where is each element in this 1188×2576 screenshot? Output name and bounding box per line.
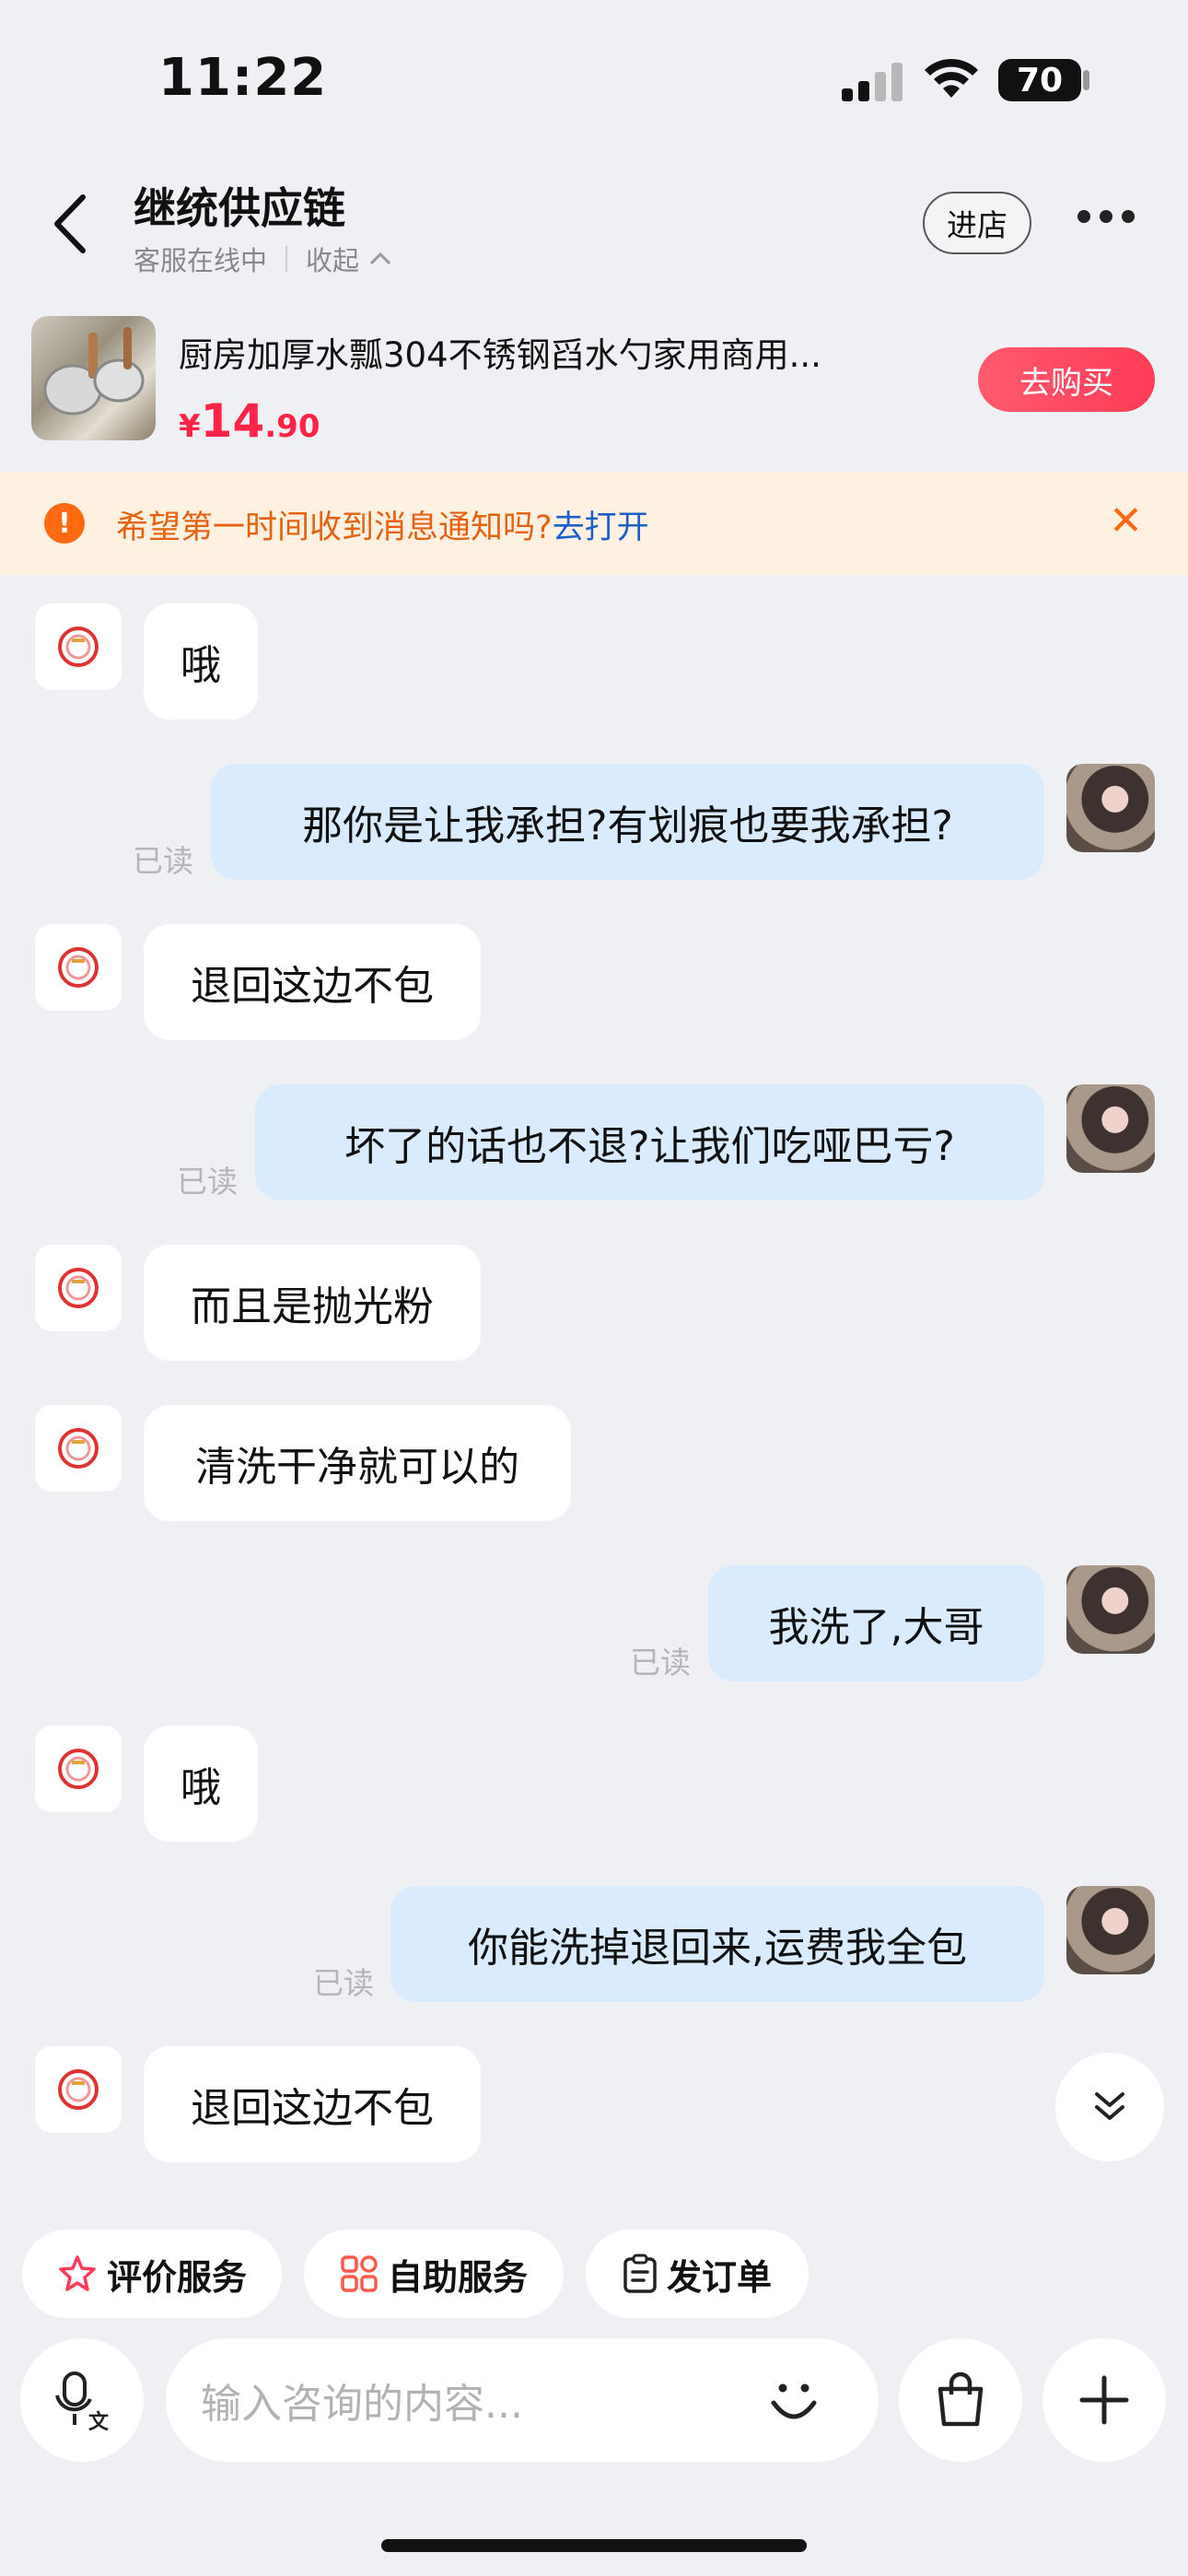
rate-service-chip[interactable]: 评价服务	[22, 2230, 282, 2318]
read-receipt: 已读	[177, 1164, 238, 1200]
self-service-label: 自助服务	[387, 2256, 528, 2298]
back-icon[interactable]	[52, 193, 88, 258]
my-avatar[interactable]	[1066, 1084, 1155, 1173]
message-bubble[interactable]: 哦	[144, 1726, 258, 1842]
self-service-chip[interactable]: 自助服务	[304, 2230, 564, 2318]
my-avatar[interactable]	[1066, 1565, 1155, 1654]
online-status-text: 客服在线中	[134, 245, 268, 276]
price-decimal: .90	[264, 408, 320, 445]
chevron-up-icon	[369, 252, 391, 265]
message-bubble[interactable]: 而且是抛光粉	[144, 1245, 481, 1361]
emoji-icon[interactable]	[764, 2371, 823, 2434]
alert-icon: !	[44, 503, 85, 544]
battery-indicator: 70	[998, 59, 1081, 101]
status-time: 11:22	[158, 48, 328, 108]
home-indicator[interactable]	[381, 2539, 807, 2552]
send-order-label: 发订单	[666, 2256, 772, 2298]
message-bubble[interactable]: 清洗干净就可以的	[144, 1405, 571, 1521]
message-bubble[interactable]: 哦	[144, 603, 258, 720]
message-bubble[interactable]: 退回这边不包	[144, 2046, 481, 2162]
price-symbol: ¥	[179, 408, 201, 445]
shop-avatar[interactable]	[35, 1405, 122, 1492]
clipboard-icon	[623, 2254, 657, 2293]
my-avatar[interactable]	[1066, 764, 1155, 852]
star-icon	[59, 2255, 96, 2291]
notify-message: 希望第一时间收到消息通知吗?	[116, 509, 553, 546]
message-bubble[interactable]: 我洗了,大哥	[708, 1565, 1044, 1681]
product-price: ¥14.90	[179, 394, 320, 448]
battery-tip	[1083, 70, 1089, 90]
shop-avatar[interactable]	[35, 1245, 122, 1331]
product-image[interactable]	[31, 316, 156, 440]
rate-service-label: 评价服务	[106, 2256, 247, 2298]
shop-avatar[interactable]	[35, 924, 122, 1011]
more-icon[interactable]	[1077, 210, 1135, 223]
close-icon[interactable]: ✕	[1109, 498, 1143, 544]
enter-store-button[interactable]: 进店	[923, 192, 1031, 254]
shop-avatar[interactable]	[35, 2046, 122, 2133]
send-order-chip[interactable]: 发订单	[586, 2230, 809, 2318]
read-receipt: 已读	[313, 1965, 374, 2001]
shop-name[interactable]: 继统供应链	[134, 175, 345, 236]
shop-avatar[interactable]	[35, 603, 122, 690]
read-receipt: 已读	[133, 843, 193, 879]
buy-button[interactable]: 去购买	[978, 347, 1155, 412]
message-bubble[interactable]: 退回这边不包	[144, 924, 481, 1040]
signal-icon	[842, 63, 904, 105]
service-status: 客服在线中 收起	[134, 240, 392, 278]
grid-icon	[341, 2255, 378, 2292]
price-integer: 14	[200, 394, 265, 448]
input-placeholder: 输入咨询的内容...	[201, 2381, 523, 2428]
plus-icon[interactable]	[1042, 2338, 1166, 2462]
collapse-label: 收起	[306, 245, 360, 276]
double-chevron-down-icon[interactable]	[1055, 2053, 1164, 2161]
svg-text:文: 文	[88, 2410, 110, 2432]
message-bubble[interactable]: 你能洗掉退回来,运费我全包	[390, 1886, 1044, 2002]
message-bubble[interactable]: 坏了的话也不退?让我们吃哑巴亏?	[255, 1084, 1044, 1200]
voice-to-text-icon[interactable]: 文	[20, 2338, 144, 2462]
notify-text: 希望第一时间收到消息通知吗?去打开	[116, 501, 649, 548]
my-avatar[interactable]	[1066, 1886, 1155, 1974]
collapse-toggle[interactable]: 收起	[306, 240, 392, 278]
bag-icon[interactable]	[899, 2338, 1022, 2462]
wifi-icon	[923, 57, 980, 105]
notify-open-link[interactable]: 去打开	[553, 509, 649, 546]
read-receipt: 已读	[630, 1645, 691, 1680]
shop-avatar[interactable]	[35, 1726, 122, 1812]
product-title[interactable]: 厨房加厚水瓢304不锈钢舀水勺家用商用...	[179, 327, 906, 377]
message-bubble[interactable]: 那你是让我承担?有划痕也要我承担?	[211, 764, 1044, 880]
divider	[285, 246, 288, 272]
